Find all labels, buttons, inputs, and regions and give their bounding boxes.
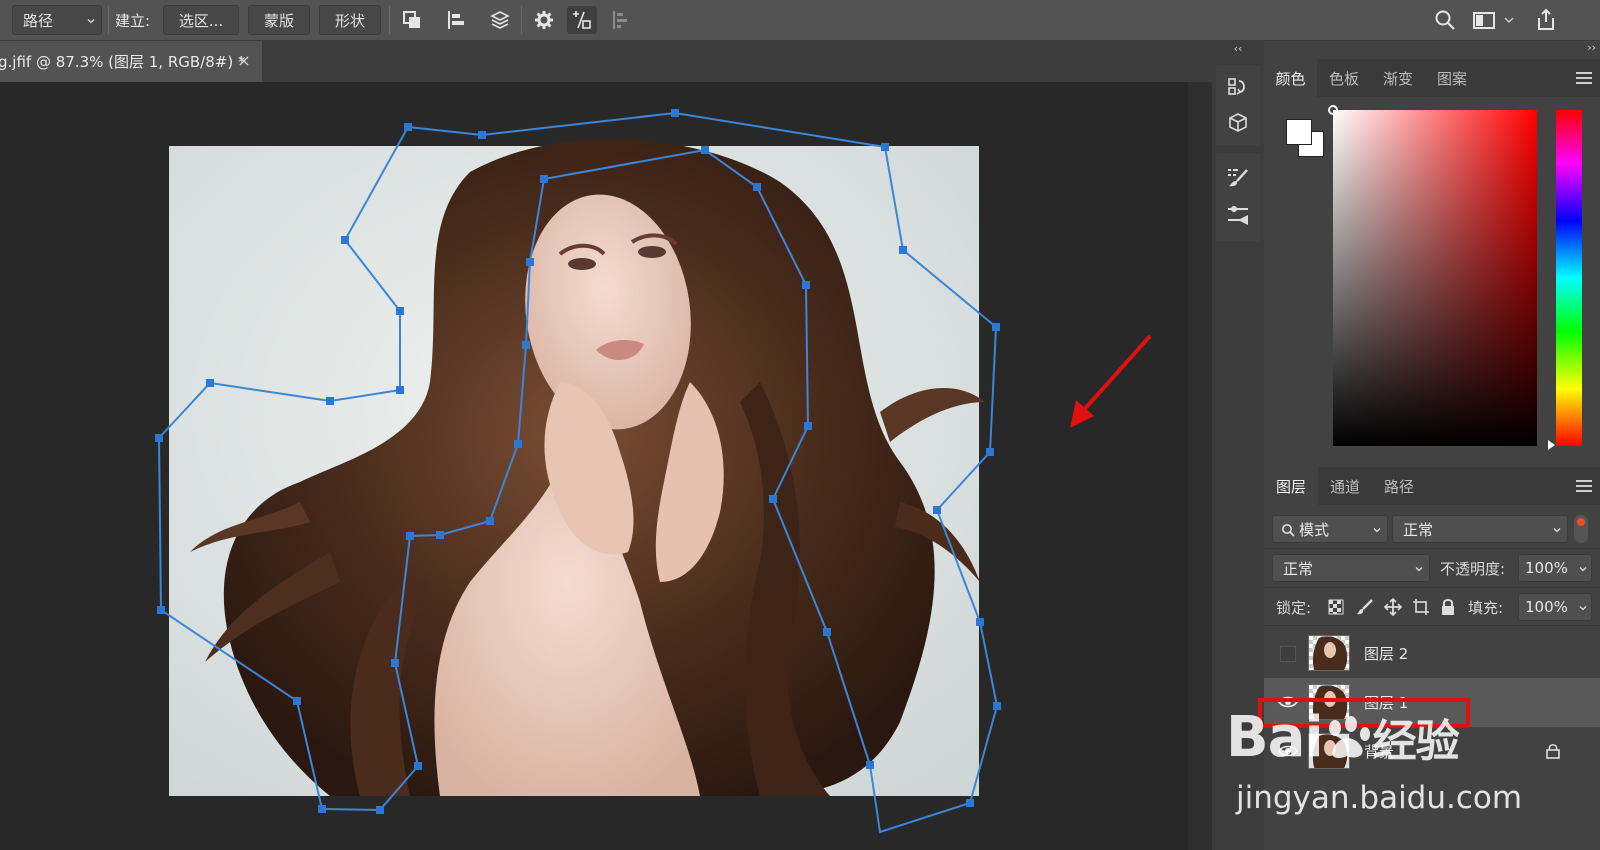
panel-menu-icon[interactable] (1576, 71, 1592, 85)
fill-input[interactable]: 100% (1518, 593, 1592, 621)
color-picker-handle[interactable] (1328, 105, 1338, 115)
color-field[interactable] (1333, 110, 1537, 446)
tab-gradients[interactable]: 渐变 (1371, 59, 1425, 97)
toolbar-divider (521, 6, 522, 34)
chevron-down-icon (1415, 567, 1423, 572)
layer-thumbnail (1308, 635, 1350, 671)
divider (1264, 548, 1600, 549)
tab-swatches[interactable]: 色板 (1317, 59, 1371, 97)
document-tab-bar: g.jfif @ 87.3% (图层 1, RGB/8#) * × (0, 41, 1212, 82)
document-tab[interactable]: g.jfif @ 87.3% (图层 1, RGB/8#) * × (0, 41, 262, 82)
opacity-value: 100% (1525, 559, 1568, 577)
chevron-down-icon[interactable] (1499, 6, 1519, 34)
baidu-watermark-logo: Bai 经验 (1226, 705, 1460, 770)
auto-add-delete-icon[interactable] (567, 6, 597, 34)
document-tab-title: g.jfif @ 87.3% (图层 1, RGB/8#) * (0, 53, 246, 71)
mode-select[interactable]: 路径 (12, 5, 102, 35)
hue-slider-handle[interactable] (1548, 440, 1555, 450)
gear-icon[interactable] (529, 6, 559, 34)
collapse-panels-icon[interactable]: ‹‹ (1212, 41, 1264, 57)
color-panel (1264, 97, 1600, 505)
opacity-label: 不透明度: (1440, 560, 1506, 578)
lock-all-icon[interactable] (1440, 598, 1456, 616)
document-canvas[interactable] (0, 82, 1188, 850)
layer-row-layer-2[interactable]: 图层 2 (1264, 629, 1600, 678)
chevron-down-icon (1579, 606, 1587, 611)
watermark-brand-suffix: 经验 (1372, 716, 1460, 767)
tab-layers[interactable]: 图层 (1264, 467, 1318, 505)
canvas-area[interactable] (0, 82, 1188, 850)
lock-icon (1546, 744, 1560, 759)
paw-icon (1328, 716, 1370, 758)
annotation-arrow (1070, 334, 1152, 428)
lock-label: 锁定: (1276, 599, 1312, 617)
panel-group (1216, 65, 1260, 145)
chevron-down-icon (1553, 528, 1561, 533)
toolbar-divider (108, 6, 109, 34)
layer-filter-mode-value: 正常 (1403, 520, 1434, 539)
workspace-icon[interactable] (1469, 6, 1499, 34)
divider (1264, 625, 1600, 626)
align-edges-icon[interactable] (605, 6, 635, 34)
foreground-color-swatch-front (1286, 119, 1312, 145)
make-selection-button[interactable]: 选区... (163, 5, 239, 35)
fill-value: 100% (1525, 598, 1568, 616)
panel-group (1216, 153, 1260, 241)
baidu-watermark-url: jingyan.baidu.com (1236, 780, 1523, 816)
tab-paths[interactable]: 路径 (1372, 467, 1426, 505)
search-icon (1282, 524, 1295, 537)
tab-channels[interactable]: 通道 (1318, 467, 1372, 505)
make-mask-button[interactable]: 蒙版 (248, 5, 310, 35)
tool-presets-icon[interactable] (1226, 203, 1250, 227)
blend-mode-select[interactable]: 正常 (1272, 554, 1430, 582)
blend-mode-value: 正常 (1283, 559, 1314, 578)
brush-settings-icon[interactable] (1226, 165, 1250, 189)
layer-filter-kind-select[interactable]: 模式 (1272, 515, 1388, 543)
layer-filter-mode-select[interactable]: 正常 (1392, 515, 1568, 543)
vertical-scrollbar[interactable] (1188, 82, 1212, 850)
path-operations-icon[interactable] (397, 6, 427, 34)
3d-cube-icon[interactable] (1226, 111, 1250, 135)
chevron-down-icon (87, 19, 95, 24)
lock-image-pixels-icon[interactable] (1356, 598, 1374, 616)
toolbar-divider (389, 6, 390, 34)
search-icon[interactable] (1430, 6, 1460, 34)
chevron-down-icon (1579, 567, 1587, 572)
lock-transparent-pixels-icon[interactable] (1328, 599, 1344, 615)
close-icon[interactable]: × (236, 53, 252, 69)
tab-color[interactable]: 颜色 (1264, 59, 1317, 97)
divider (1264, 587, 1600, 588)
artboard-lock-icon[interactable] (1412, 598, 1430, 616)
layer-filter-kind-value: 模式 (1299, 520, 1330, 539)
mode-select-value: 路径 (23, 11, 54, 30)
panel-menu-icon[interactable] (1576, 479, 1592, 493)
make-label: 建立: (115, 12, 151, 30)
make-shape-button[interactable]: 形状 (319, 5, 381, 35)
expand-panels-icon[interactable]: ›› (1587, 41, 1596, 54)
color-panel-tabs: 颜色 色板 渐变 图案 (1264, 59, 1600, 97)
history-icon[interactable] (1226, 75, 1250, 99)
share-icon[interactable] (1531, 6, 1561, 34)
options-bar: 路径 建立: 选区... 蒙版 形状 (0, 0, 1600, 41)
path-alignment-icon[interactable] (441, 6, 471, 34)
path-arrangement-icon[interactable] (485, 6, 515, 34)
tab-patterns[interactable]: 图案 (1425, 59, 1479, 97)
layers-panel-tabs: 图层 通道 路径 (1264, 467, 1600, 505)
fill-label: 填充: (1468, 599, 1504, 617)
lock-position-icon[interactable] (1384, 598, 1402, 616)
hue-slider[interactable] (1556, 110, 1582, 446)
chevron-down-icon (1373, 528, 1381, 533)
filter-toggle[interactable] (1574, 515, 1588, 543)
layer-visibility-checkbox[interactable] (1280, 646, 1296, 662)
watermark-brand: Bai (1226, 705, 1324, 770)
opacity-input[interactable]: 100% (1518, 554, 1592, 582)
layer-name: 图层 2 (1364, 645, 1409, 663)
